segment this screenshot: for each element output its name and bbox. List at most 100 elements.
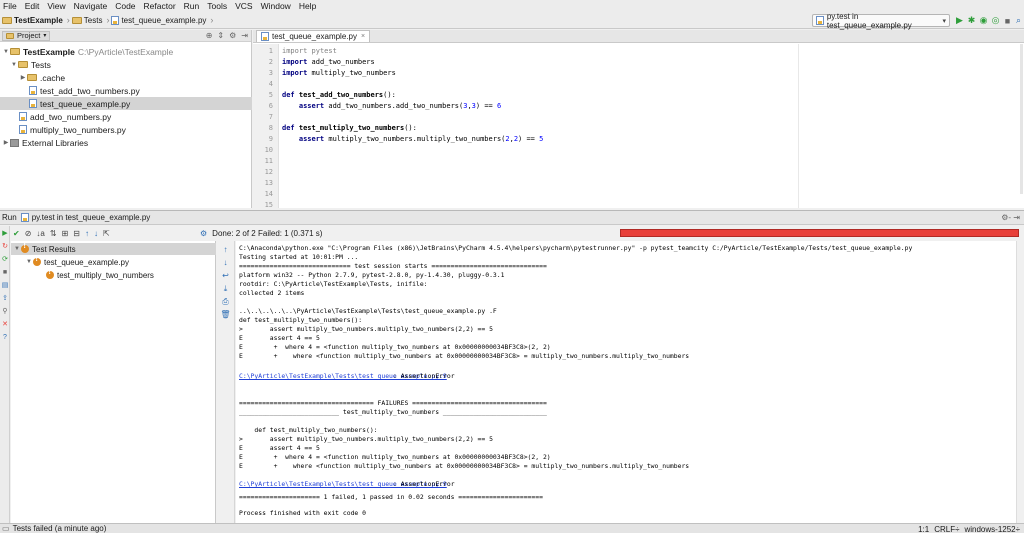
rerun-icon[interactable]: ▶ [1, 229, 9, 237]
menu-code[interactable]: Code [114, 1, 136, 11]
show-passed-icon[interactable]: ✔ [13, 229, 20, 238]
breadcrumb-tests[interactable]: Tests [71, 16, 102, 25]
run-tool-window-header: Run py.test in test_queue_example.py ⚙- … [0, 210, 1024, 225]
run-configuration-select[interactable]: py.test in test_queue_example.py ▾ [812, 12, 950, 30]
console-line: ..\..\..\..\..\PyArticle\TestExample\Tes… [239, 307, 497, 315]
coverage-icon[interactable]: ◉ [978, 15, 989, 26]
tree-item-add-two[interactable]: add_two_numbers.py [0, 110, 252, 123]
stop-icon[interactable]: ■ [1002, 15, 1013, 26]
previous-failed-icon[interactable]: ↑ [85, 229, 89, 238]
run-config-name[interactable]: py.test in test_queue_example.py [32, 213, 151, 222]
menu-vcs[interactable]: VCS [234, 1, 253, 11]
console-scrollbar[interactable] [1016, 241, 1024, 523]
menu-navigate[interactable]: Navigate [73, 1, 109, 11]
console-line: def test_multiply_two_numbers(): [239, 316, 363, 324]
console-line: __________________________ test_multiply… [239, 408, 547, 416]
line-number: 5 [268, 91, 273, 99]
profile-icon[interactable]: ◎ [990, 15, 1001, 26]
collapse-arrow-icon: ▶ [3, 140, 9, 146]
collapse-icon[interactable]: ⇕ [217, 31, 224, 40]
show-ignored-icon[interactable]: ⊘ [25, 229, 32, 238]
tree-item-external-libraries[interactable]: ▶ External Libraries [0, 136, 252, 149]
code-editor[interactable]: test_queue_example.py × 1 2 3 4 5 6 7 8 … [253, 30, 1024, 209]
pytest-config-icon [20, 213, 29, 222]
stop-icon[interactable]: ■ [1, 268, 9, 276]
tree-item-cache[interactable]: ▶ .cache [0, 71, 252, 84]
gear-icon[interactable]: ⚙ [229, 31, 236, 40]
line-number: 12 [264, 168, 273, 176]
expand-all-icon[interactable]: ⊞ [62, 229, 69, 238]
tree-item-tests[interactable]: ▼ Tests [0, 58, 252, 71]
project-panel-header: Project ▾ ⊕ ⇕ ⚙ ⇥ [0, 30, 251, 42]
menu-tools[interactable]: Tools [206, 1, 228, 11]
breadcrumb-project[interactable]: TestExample [2, 16, 63, 25]
clear-icon[interactable]: 🗑 [220, 310, 230, 319]
project-view-select[interactable]: Project ▾ [2, 30, 51, 41]
run-icon[interactable]: ▶ [954, 15, 965, 26]
console-line: E + where <function multiply_two_numbers… [239, 352, 690, 360]
tree-item-test-add[interactable]: test_add_two_numbers.py [0, 84, 252, 97]
tree-item-project-root[interactable]: ▼ TestExample C:\PyArticle\TestExample [0, 45, 252, 58]
chevron-down-icon: ▾ [43, 33, 47, 39]
menu-refactor[interactable]: Refactor [143, 1, 177, 11]
help-icon[interactable]: ? [1, 333, 9, 341]
debug-icon[interactable]: ✱ [966, 15, 977, 26]
python-file-icon [29, 86, 37, 95]
sort-duration-icon[interactable]: ⇅ [50, 229, 57, 238]
line-number: 9 [268, 135, 273, 143]
up-icon[interactable]: ↑ [221, 245, 230, 254]
menu-window[interactable]: Window [260, 1, 292, 11]
python-file-icon [261, 32, 269, 41]
chevron-right-icon: › [66, 15, 70, 25]
close-icon[interactable]: × [361, 33, 365, 40]
test-case-node[interactable]: test_multiply_two_numbers [46, 269, 154, 281]
code-line: import add_two_numbers [282, 58, 375, 66]
print-icon[interactable]: ⎙ [221, 297, 230, 306]
console-output[interactable]: C:\Anaconda\python.exe "C:\Program Files… [236, 241, 1016, 523]
tree-item-test-queue[interactable]: test_queue_example.py [0, 97, 252, 110]
expand-arrow-icon: ▼ [26, 259, 32, 265]
menu-help[interactable]: Help [298, 1, 317, 11]
file-encoding[interactable]: windows-1252÷ [964, 525, 1020, 533]
down-icon[interactable]: ↓ [221, 258, 230, 267]
test-summary: Done: 2 of 2 Failed: 1 (0.371 s) [212, 228, 323, 238]
search-icon[interactable]: ⌕ [1013, 15, 1024, 26]
pin-icon[interactable]: ⚲ [1, 307, 9, 315]
line-number: 15 [264, 201, 273, 209]
export-results-icon[interactable]: ⇱ [103, 229, 110, 238]
test-file-node[interactable]: ▼ test_queue_example.py [25, 256, 129, 268]
menu-file[interactable]: File [2, 1, 18, 11]
soft-wrap-icon[interactable]: ↩ [221, 271, 230, 280]
rerun-failed-icon[interactable]: ↻ [1, 242, 9, 250]
line-number: 1 [268, 47, 273, 55]
console-line: E + where 4 = <function multiply_two_num… [239, 343, 551, 351]
run-title: Run [2, 213, 17, 222]
editor-tab-test-queue[interactable]: test_queue_example.py × [256, 30, 371, 42]
gear-icon[interactable]: ⚙ [200, 229, 207, 238]
menu-view[interactable]: View [46, 1, 66, 11]
sync-icon[interactable]: ⊕ [206, 31, 213, 40]
editor-scrollbar[interactable] [1020, 44, 1023, 194]
scroll-end-icon[interactable]: ⤓ [221, 284, 230, 293]
test-results-toolbar: ✔ ⊘ ↓a ⇅ ⊞ ⊟ ↑ ↓ ⇱ [11, 226, 211, 240]
expand-arrow-icon: ▼ [14, 246, 20, 252]
console-line: =================================== FAIL… [239, 399, 547, 407]
chevron-down-icon: ▾ [942, 17, 946, 25]
layout-icon[interactable]: ▤ [1, 281, 9, 289]
close-icon[interactable]: ✕ [1, 320, 9, 328]
line-separator[interactable]: CRLF÷ [934, 525, 959, 533]
sort-alpha-icon[interactable]: ↓a [36, 229, 44, 238]
tree-item-multiply-two[interactable]: multiply_two_numbers.py [0, 123, 252, 136]
tool-window-icon[interactable]: ▭ [2, 524, 10, 533]
export-icon[interactable]: ⇪ [1, 294, 9, 302]
menu-edit[interactable]: Edit [24, 1, 41, 11]
gear-icon[interactable]: ⚙- ⇥ [1001, 213, 1020, 222]
hide-icon[interactable]: ⇥ [241, 31, 248, 40]
caret-position[interactable]: 1:1 [918, 525, 929, 533]
menu-run[interactable]: Run [183, 1, 201, 11]
breadcrumb-file[interactable]: test_queue_example.py [111, 15, 206, 25]
next-failed-icon[interactable]: ↓ [94, 229, 98, 238]
test-results-root[interactable]: ▼ Test Results [11, 243, 216, 255]
toggle-auto-test-icon[interactable]: ⟳ [1, 255, 9, 263]
collapse-all-icon[interactable]: ⊟ [73, 229, 80, 238]
